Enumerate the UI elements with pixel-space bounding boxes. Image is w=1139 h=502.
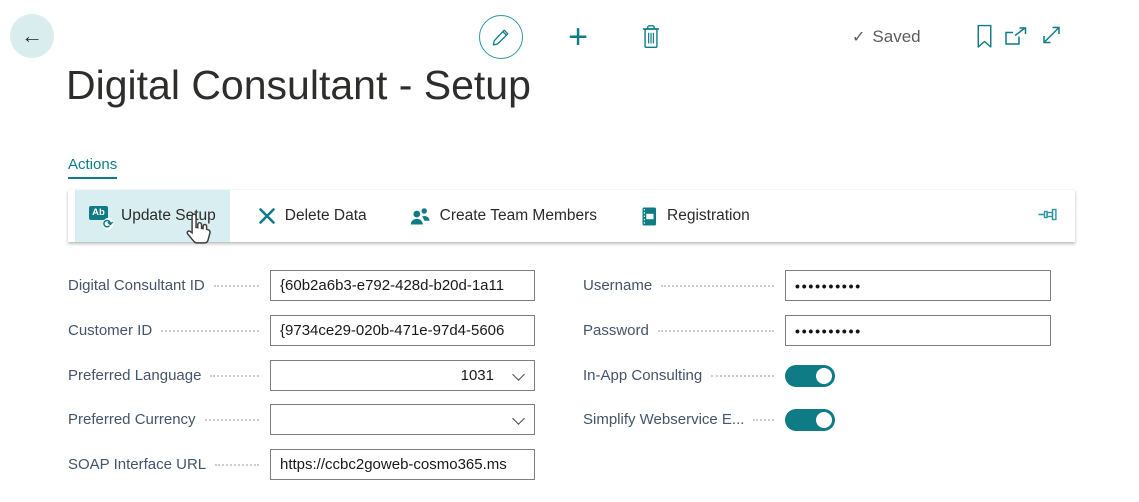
field-label: In-App Consulting bbox=[583, 367, 702, 384]
dotted-leader bbox=[210, 375, 259, 377]
field-in-app-consulting: In-App Consulting bbox=[583, 360, 1051, 391]
delete-x-icon bbox=[258, 207, 276, 225]
action-label: Update Setup bbox=[121, 207, 216, 225]
username-input[interactable]: •••••••••• bbox=[785, 270, 1051, 301]
team-members-icon bbox=[409, 206, 431, 226]
new-button[interactable]: + bbox=[560, 16, 596, 58]
bookmark-icon bbox=[976, 24, 993, 49]
soap-interface-url-input[interactable]: https://ccbc2goweb-cosmo365.ms bbox=[270, 449, 535, 480]
delete-record-button[interactable] bbox=[638, 22, 664, 52]
tab-actions[interactable]: Actions bbox=[68, 156, 117, 179]
fullscreen-button[interactable] bbox=[1041, 24, 1062, 49]
action-label: Delete Data bbox=[285, 207, 367, 225]
field-password: Password •••••••••• bbox=[583, 315, 1051, 346]
action-bar: Ab ⟳ Update Setup Delete Data Create Tea… bbox=[68, 190, 1075, 242]
popout-icon bbox=[1004, 27, 1028, 46]
password-input[interactable]: •••••••••• bbox=[785, 315, 1051, 346]
field-label: Digital Consultant ID bbox=[68, 277, 205, 294]
back-button[interactable]: ← bbox=[10, 14, 54, 58]
plus-icon: + bbox=[568, 18, 588, 56]
chevron-down-icon[interactable] bbox=[512, 412, 525, 425]
dotted-leader bbox=[711, 375, 774, 377]
action-registration[interactable]: Registration bbox=[625, 190, 764, 242]
action-label: Registration bbox=[667, 207, 750, 225]
customer-id-input[interactable]: {9734ce29-020b-471e-97d4-5606 bbox=[270, 315, 535, 346]
dotted-leader bbox=[753, 419, 774, 421]
action-update-setup[interactable]: Ab ⟳ Update Setup bbox=[75, 190, 230, 242]
toggle-knob bbox=[816, 368, 832, 384]
field-customer-id: Customer ID {9734ce29-020b-471e-97d4-560… bbox=[68, 315, 535, 346]
chevron-down-icon[interactable] bbox=[512, 368, 525, 381]
save-status-label: Saved bbox=[872, 27, 920, 47]
field-username: Username •••••••••• bbox=[583, 270, 1051, 301]
simplify-webservice-toggle[interactable] bbox=[785, 409, 835, 431]
toggle-knob bbox=[816, 412, 832, 428]
dotted-leader bbox=[658, 330, 774, 332]
pin-action-bar-button[interactable] bbox=[1038, 206, 1061, 226]
dotted-leader bbox=[214, 285, 259, 287]
dotted-leader bbox=[161, 330, 259, 332]
dotted-leader bbox=[661, 285, 774, 287]
edit-button[interactable] bbox=[479, 15, 523, 59]
page-title: Digital Consultant - Setup bbox=[66, 62, 531, 109]
action-label: Create Team Members bbox=[440, 207, 597, 225]
digital-consultant-id-input[interactable]: {60b2a6b3-e792-428d-b20d-1a11 bbox=[270, 270, 535, 301]
field-label: Customer ID bbox=[68, 322, 152, 339]
bookmark-button[interactable] bbox=[976, 24, 993, 52]
field-label: Preferred Currency bbox=[68, 411, 196, 428]
field-preferred-currency: Preferred Currency bbox=[68, 404, 535, 435]
digital-consultant-setup-page: ← + ✓ Saved bbox=[0, 0, 1139, 502]
open-in-new-window-button[interactable] bbox=[1004, 27, 1028, 49]
field-label: Preferred Language bbox=[68, 367, 201, 384]
check-icon: ✓ bbox=[852, 27, 865, 47]
dotted-leader bbox=[205, 419, 259, 421]
action-delete-data[interactable]: Delete Data bbox=[244, 190, 381, 242]
action-create-team-members[interactable]: Create Team Members bbox=[395, 190, 611, 242]
save-status: ✓ Saved bbox=[852, 27, 921, 47]
field-simplify-webservice: Simplify Webservice E... bbox=[583, 404, 1051, 435]
update-setup-icon: Ab ⟳ bbox=[89, 206, 112, 227]
preferred-currency-select[interactable] bbox=[270, 404, 535, 435]
pencil-icon bbox=[491, 27, 511, 47]
field-label: Simplify Webservice E... bbox=[583, 411, 744, 428]
in-app-consulting-toggle[interactable] bbox=[785, 365, 835, 387]
field-soap-interface-url: SOAP Interface URL https://ccbc2goweb-co… bbox=[68, 449, 535, 480]
back-arrow-icon: ← bbox=[21, 25, 43, 47]
registration-book-icon bbox=[639, 206, 658, 227]
field-digital-consultant-id: Digital Consultant ID {60b2a6b3-e792-428… bbox=[68, 270, 535, 301]
field-preferred-language: Preferred Language 1031 bbox=[68, 360, 535, 391]
expand-arrows-icon bbox=[1041, 24, 1062, 46]
pin-icon bbox=[1038, 206, 1061, 223]
preferred-language-select[interactable]: 1031 bbox=[270, 360, 535, 391]
field-label: SOAP Interface URL bbox=[68, 456, 206, 473]
field-label: Password bbox=[583, 322, 649, 339]
dotted-leader bbox=[215, 464, 259, 466]
field-label: Username bbox=[583, 277, 652, 294]
trash-icon bbox=[639, 22, 663, 50]
